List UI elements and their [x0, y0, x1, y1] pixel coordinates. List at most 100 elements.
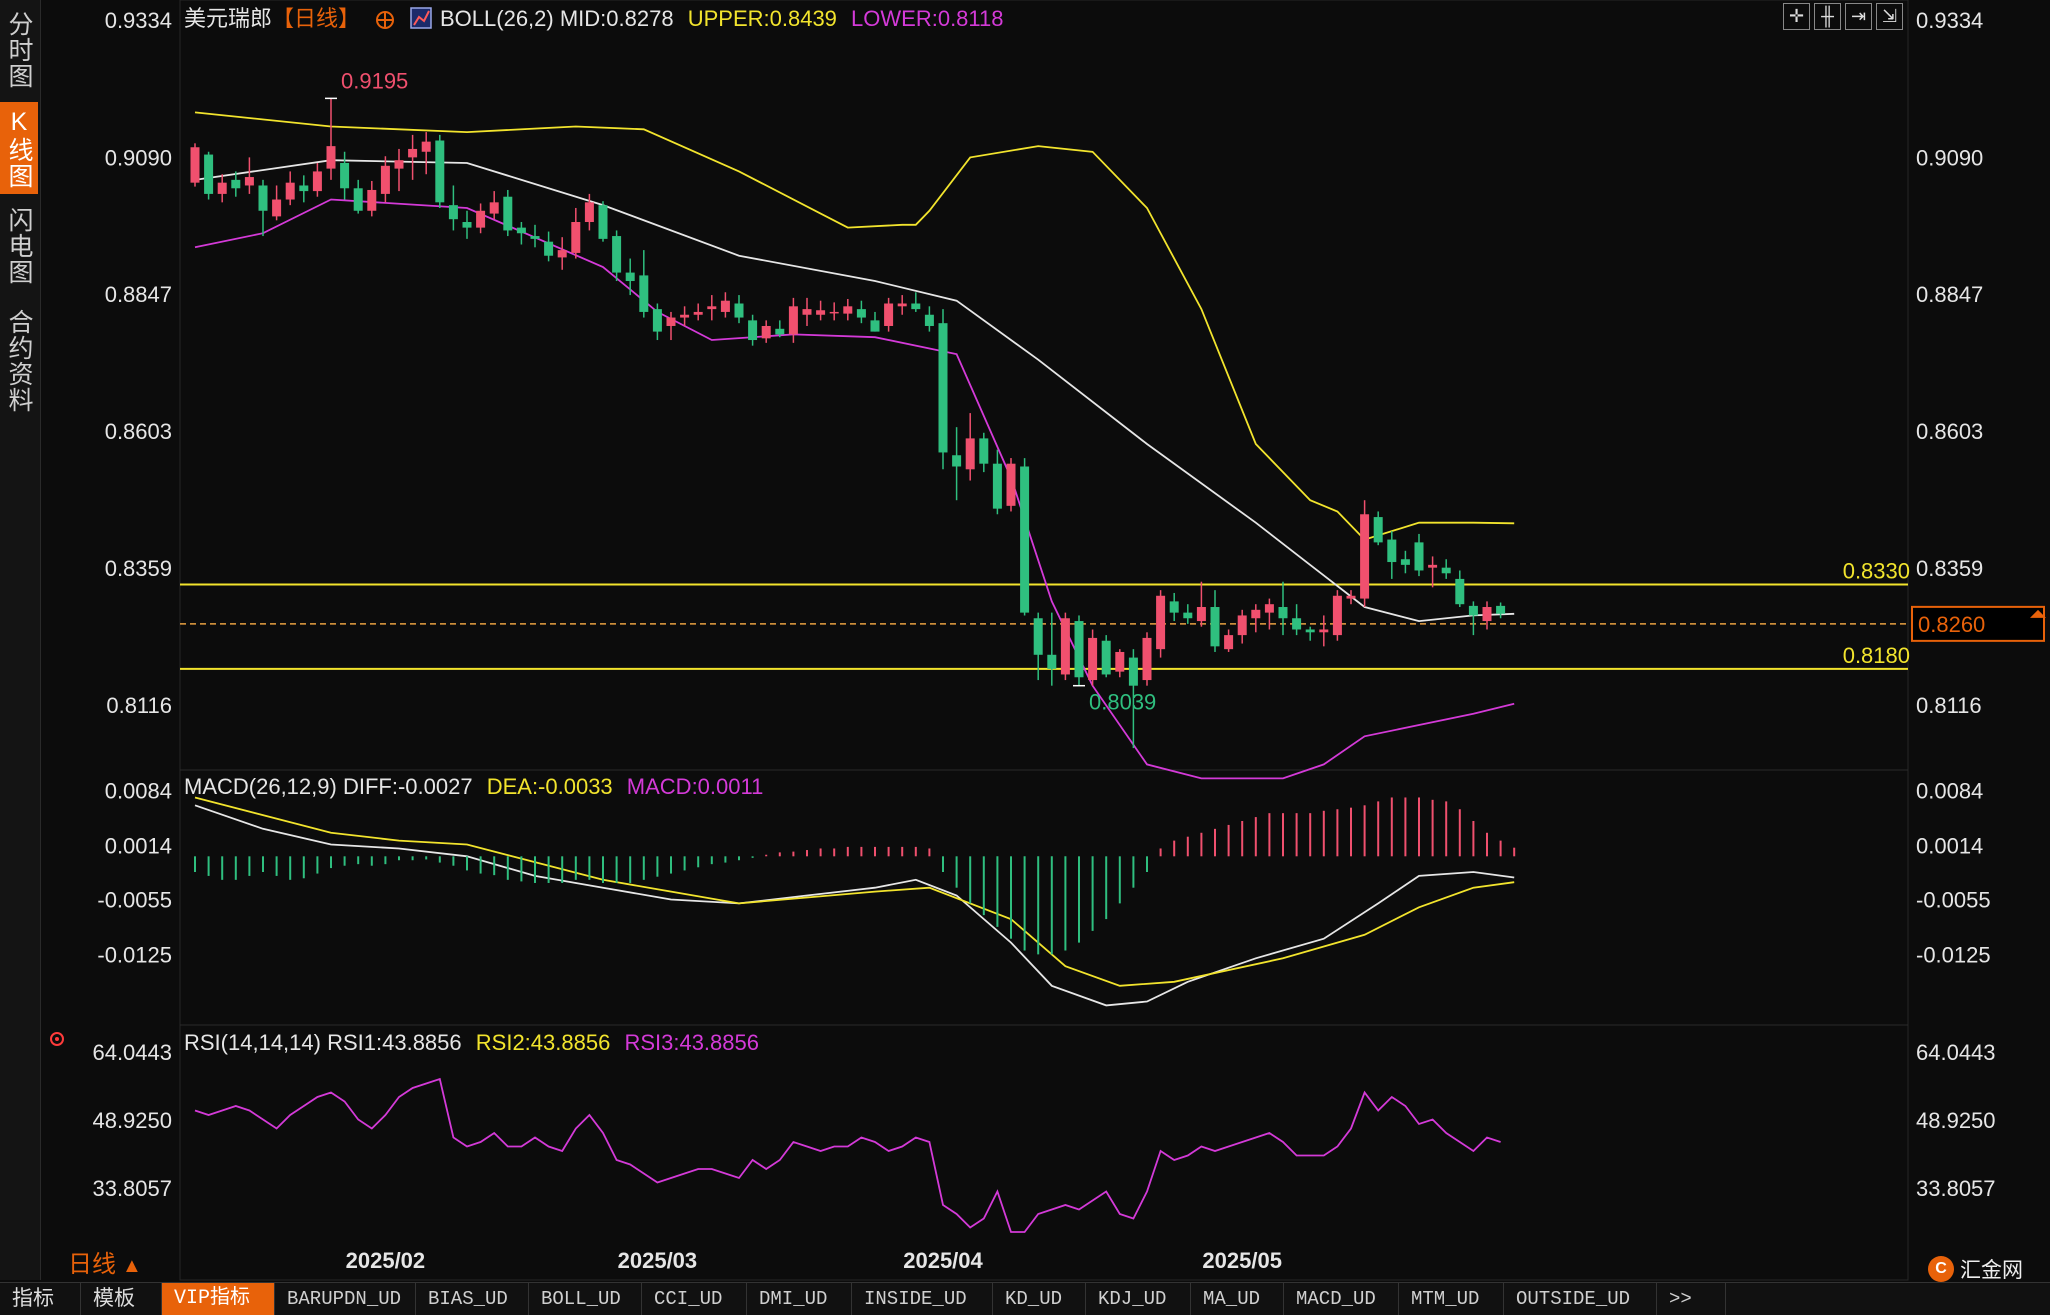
- next-page-icon[interactable]: ⇥: [1845, 3, 1872, 30]
- candle-body: [1196, 607, 1206, 622]
- candle-body: [231, 179, 241, 189]
- tab-macd[interactable]: MACD_UD: [1284, 1283, 1399, 1315]
- tab-indicator[interactable]: 指标: [0, 1283, 81, 1315]
- candle: [489, 191, 499, 220]
- candle: [435, 134, 445, 208]
- candle: [476, 203, 486, 234]
- tab-outside[interactable]: OUTSIDE_UD: [1504, 1283, 1657, 1315]
- candle: [340, 151, 350, 200]
- candle-body: [421, 141, 431, 152]
- tab-template[interactable]: 模板: [81, 1283, 162, 1315]
- candle-body: [530, 236, 540, 239]
- candle-body: [516, 227, 526, 234]
- candle: [190, 143, 200, 187]
- tab-mtm[interactable]: MTM_UD: [1399, 1283, 1504, 1315]
- candle-body: [1047, 654, 1057, 669]
- candle-body: [244, 177, 254, 186]
- candle: [571, 207, 581, 259]
- rsi-right-tick: 64.0443: [1916, 1040, 1996, 1065]
- candle: [1482, 601, 1492, 630]
- macd-dea: DEA:-0.0033: [487, 774, 613, 799]
- period-selector[interactable]: 日线 ▲: [68, 1251, 142, 1278]
- period-up-arrow-icon: ▲: [122, 1255, 142, 1277]
- candle-body: [462, 222, 472, 228]
- settings-gear-icon[interactable]: [376, 11, 394, 29]
- candle-body: [272, 199, 282, 217]
- candle: [1224, 629, 1234, 652]
- tab-kdj[interactable]: KDJ_UD: [1086, 1283, 1191, 1315]
- candle-body: [1346, 595, 1356, 599]
- candle-body: [884, 303, 894, 326]
- end-page-icon[interactable]: ⇲: [1876, 3, 1903, 30]
- candle: [816, 300, 826, 321]
- macd-left-tick: -0.0125: [97, 942, 172, 967]
- candle-body: [748, 320, 758, 341]
- candle: [1400, 550, 1410, 574]
- indicator-chart-icon[interactable]: [410, 7, 432, 29]
- candle-body: [693, 311, 703, 315]
- candle-body: [1387, 539, 1397, 563]
- axis-labels: 0.9334 0.9334 0.9090 0.9090 0.8847 0.8847 0.86…: [92, 8, 1995, 1273]
- candle: [217, 174, 227, 203]
- price-left-tick: 0.9090: [105, 145, 172, 170]
- level-label: 0.8330: [1843, 559, 1910, 584]
- price-left-tick: 0.8603: [105, 419, 172, 444]
- tab-boll[interactable]: BOLL_UD: [529, 1283, 642, 1315]
- candle: [870, 311, 880, 332]
- crosshair-icon[interactable]: ✛: [1783, 3, 1810, 30]
- macd-left-tick: 0.0084: [105, 778, 172, 803]
- chart-indicator-icon[interactable]: ╫: [1814, 3, 1841, 30]
- price-left-tick: 0.8359: [105, 556, 172, 581]
- tab-cci[interactable]: CCI_UD: [642, 1283, 747, 1315]
- candle: [1088, 629, 1098, 686]
- candle: [938, 309, 948, 470]
- candle-body: [394, 160, 404, 169]
- candle-body: [1033, 618, 1043, 655]
- current-price-label: 0.8260: [1918, 612, 1985, 637]
- tab-vip-indicator[interactable]: VIP指标: [162, 1283, 275, 1315]
- candle: [639, 250, 649, 318]
- tab-kd[interactable]: KD_UD: [993, 1283, 1086, 1315]
- candle-body: [1455, 578, 1465, 605]
- candle-body: [816, 310, 826, 315]
- boll-mid: MID:0.8278: [560, 6, 674, 31]
- boll-mid-line: [194, 159, 1515, 623]
- candle-body: [911, 303, 921, 310]
- tab-barupdn[interactable]: BARUPDN_UD: [275, 1283, 416, 1315]
- candle: [1169, 592, 1179, 622]
- macd-panel: [194, 796, 1516, 1007]
- candle-body: [924, 314, 934, 326]
- symbol-name: 美元瑞郎: [184, 6, 272, 31]
- rsi-left-tick: 33.8057: [92, 1176, 172, 1201]
- candle: [1346, 590, 1356, 605]
- high-label: 0.9195: [341, 68, 408, 93]
- tab-more[interactable]: >>: [1657, 1283, 1726, 1315]
- candle: [625, 258, 635, 296]
- tab-dmi[interactable]: DMI_UD: [747, 1283, 852, 1315]
- candle-body: [1278, 607, 1288, 619]
- rsi-settings-icon[interactable]: [50, 1032, 64, 1046]
- candle: [1441, 559, 1451, 579]
- candle: [244, 157, 254, 194]
- candle-body: [1305, 629, 1315, 633]
- tab-ma[interactable]: MA_UD: [1191, 1283, 1284, 1315]
- rsi-legend: RSI(14,14,14) RSI1:43.8856 RSI2:43.8856 …: [184, 1030, 759, 1055]
- candle: [1074, 615, 1084, 686]
- rsi-label: RSI(14,14,14): [184, 1030, 321, 1055]
- candle-body: [1251, 609, 1261, 619]
- candle-body: [625, 272, 635, 282]
- chart-window: 分时图 K线图 闪电图 合约资料 0.8330 0.8180 0.8260 0.919…: [0, 0, 2050, 1315]
- x-tick-label: 2025/03: [618, 1248, 698, 1273]
- candle: [734, 295, 744, 324]
- price-left-tick: 0.9334: [105, 8, 172, 33]
- candle-body: [1400, 559, 1410, 565]
- candle: [1319, 615, 1329, 647]
- tab-bias[interactable]: BIAS_UD: [416, 1283, 529, 1315]
- candle: [1292, 604, 1302, 636]
- candle-body: [788, 306, 798, 335]
- candle-body: [204, 154, 214, 194]
- candle: [720, 292, 730, 318]
- candle-body: [870, 320, 880, 332]
- tab-inside[interactable]: INSIDE_UD: [852, 1283, 993, 1315]
- candle-body: [652, 309, 662, 332]
